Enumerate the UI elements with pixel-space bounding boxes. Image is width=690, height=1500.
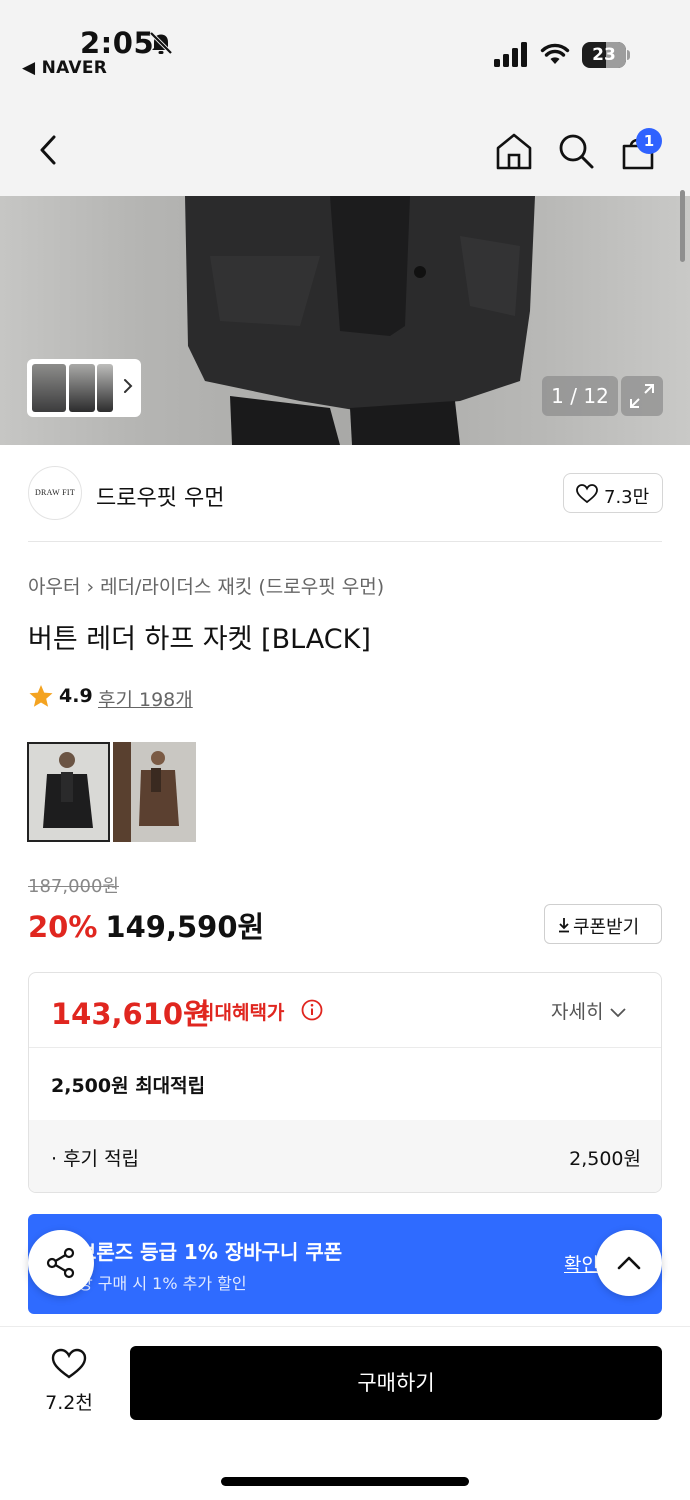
cellular-signal-icon	[494, 42, 527, 67]
color-brown-swatch	[113, 742, 196, 842]
home-icon[interactable]	[494, 131, 534, 171]
thumbnail-1[interactable]	[32, 364, 66, 412]
image-counter: 1 / 12	[542, 376, 618, 416]
promo-subtitle: 상 구매 시 1% 추가 할인	[78, 1274, 247, 1293]
rating-score: 4.9	[59, 685, 93, 707]
back-arrow-icon[interactable]	[28, 130, 68, 170]
expand-button[interactable]	[621, 376, 663, 416]
chevron-down-icon	[610, 1007, 627, 1017]
heart-icon	[51, 1348, 87, 1379]
review-reward-label: · 후기 적립	[51, 1148, 140, 1170]
store-name[interactable]: 드로우핏 우먼	[96, 480, 224, 512]
download-icon	[559, 918, 569, 933]
color-option-brown[interactable]	[113, 742, 196, 842]
battery-indicator: 23	[582, 42, 630, 68]
thumbnail-3[interactable]	[97, 364, 113, 412]
info-icon[interactable]	[301, 999, 323, 1021]
share-button[interactable]	[28, 1230, 94, 1296]
heart-icon	[576, 484, 598, 504]
wishlist-count: 7.2천	[45, 1392, 93, 1414]
max-benefit-price: 143,610원	[51, 997, 210, 1031]
search-icon[interactable]	[556, 131, 596, 171]
max-benefit-label: 최대혜택가	[197, 1002, 285, 1024]
promo-confirm-link[interactable]: 확인	[564, 1250, 599, 1277]
coupon-download-button[interactable]: 쿠폰받기	[544, 904, 662, 944]
store-logo[interactable]: DRAW FIT	[28, 466, 82, 520]
thumbnail-2[interactable]	[69, 364, 95, 412]
breadcrumb-separator-icon: ›	[86, 576, 95, 598]
reviews-link[interactable]: 후기 198개	[98, 685, 193, 712]
buy-button[interactable]: 구매하기	[130, 1346, 662, 1420]
breadcrumb-category[interactable]: 아우터	[28, 576, 80, 598]
expand-icon	[630, 384, 654, 408]
coupon-button-label: 쿠폰받기	[573, 917, 640, 938]
share-icon	[46, 1247, 75, 1279]
color-option-black[interactable]	[27, 742, 110, 842]
discount-percent: 20%	[28, 910, 98, 944]
chevron-right-icon[interactable]	[121, 374, 135, 398]
sale-price: 149,590원	[105, 910, 265, 944]
home-indicator[interactable]	[221, 1477, 469, 1486]
page-scrollbar[interactable]	[680, 190, 685, 262]
promo-title: 브론즈 등급 1% 장바구니 쿠폰	[78, 1240, 343, 1264]
breadcrumb: 아우터 › 레더/라이더스 재킷 (드로우핏 우먼)	[28, 572, 384, 599]
max-reward-points: 2,500원 최대적립	[51, 1075, 206, 1097]
bell-off-icon	[149, 31, 173, 55]
scroll-top-button[interactable]	[596, 1230, 662, 1296]
store-like-count: 7.3만	[604, 487, 650, 508]
back-to-app-link[interactable]: ◀ NAVER	[22, 58, 107, 78]
divider	[29, 1047, 661, 1048]
breadcrumb-subcategory[interactable]: 레더/라이더스 재킷 (드로우핏 우먼)	[100, 576, 384, 598]
image-thumbnail-strip[interactable]	[27, 359, 141, 417]
battery-level: 23	[592, 45, 616, 65]
promo-banner[interactable]: 브론즈 등급 1% 장바구니 쿠폰 상 구매 시 1% 추가 할인 확인	[28, 1214, 662, 1314]
benefit-detail-toggle[interactable]: 자세히	[551, 997, 627, 1024]
store-like-button[interactable]: 7.3만	[563, 473, 663, 513]
product-title: 버튼 레더 하프 자켓 [BLACK]	[28, 624, 371, 655]
benefit-box: 143,610원 최대혜택가 자세히 2,500원 최대적립 · 후기 적립 2…	[28, 972, 662, 1193]
color-black-swatch	[29, 744, 108, 840]
wishlist-button[interactable]: 7.2천	[38, 1348, 100, 1418]
sale-price-row: 20% 149,590원	[28, 904, 264, 946]
detail-label: 자세히	[551, 1001, 604, 1023]
star-icon	[29, 685, 53, 707]
divider	[28, 541, 662, 542]
cart-count-badge: 1	[636, 128, 662, 154]
wifi-icon	[540, 43, 570, 64]
original-price: 187,000원	[28, 876, 119, 897]
status-bar: 2:05 ◀ NAVER 23	[0, 0, 690, 100]
clock: 2:05	[80, 26, 155, 60]
review-reward-row: · 후기 적립 2,500원	[29, 1120, 661, 1192]
review-reward-value: 2,500원	[569, 1148, 641, 1170]
chevron-up-icon	[617, 1256, 641, 1270]
